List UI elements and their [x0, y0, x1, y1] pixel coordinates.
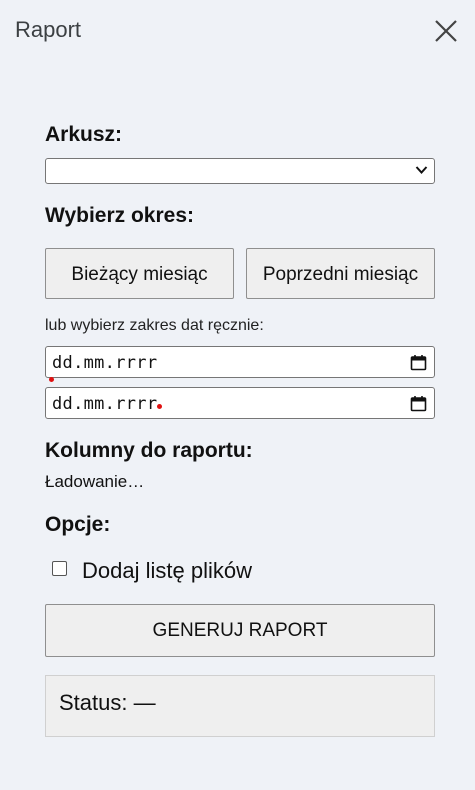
date-to-value: dd.mm.rrrr [52, 394, 158, 414]
columns-label: Kolumny do raportu: [45, 439, 253, 462]
sidebar-header: Raport [0, 0, 475, 62]
calendar-icon[interactable] [410, 395, 427, 412]
include-files-checkbox[interactable] [52, 561, 67, 576]
columns-loading-text: Ładowanie… [45, 472, 145, 491]
manual-range-hint: lub wybierz zakres dat ręcznie: [45, 317, 264, 334]
include-files-label[interactable]: Dodaj listę plików [82, 558, 252, 584]
options-label: Opcje: [45, 513, 111, 536]
previous-month-button[interactable]: Poprzedni miesiąc [246, 248, 435, 299]
period-label: Wybierz okres: [45, 204, 194, 227]
page-title: Raport [15, 17, 82, 42]
close-icon [435, 20, 457, 42]
validation-dot [49, 377, 54, 382]
calendar-icon[interactable] [410, 354, 427, 371]
date-from-value: dd.mm.rrrr [52, 353, 158, 373]
current-month-button[interactable]: Bieżący miesiąc [45, 248, 234, 299]
date-to-input[interactable]: dd.mm.rrrr [45, 387, 435, 419]
generate-report-button[interactable]: GENERUJ RAPORT [45, 604, 435, 657]
chevron-down-icon [415, 166, 428, 174]
sheet-label: Arkusz: [45, 123, 123, 146]
close-button[interactable] [433, 18, 459, 44]
status-text: Status: — [59, 690, 156, 715]
sheet-select[interactable] [45, 158, 435, 184]
status-box: Status: — [45, 675, 435, 737]
date-from-input[interactable]: dd.mm.rrrr [45, 346, 435, 378]
validation-dot [157, 404, 162, 409]
